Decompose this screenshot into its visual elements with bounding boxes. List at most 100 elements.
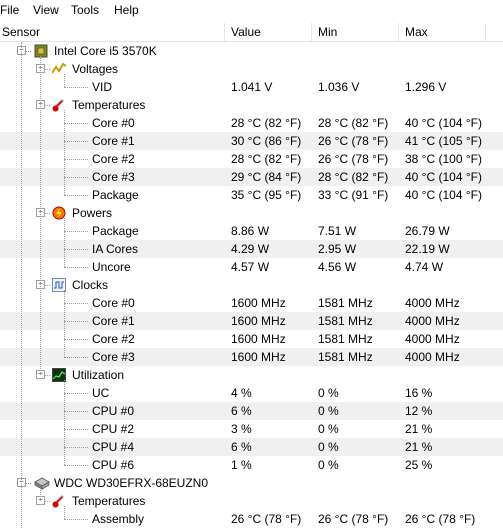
sensor-max: 4000 MHz xyxy=(405,332,460,346)
sensor-row[interactable]: UC 4 % 0 % 16 % xyxy=(0,384,503,402)
sensor-row[interactable]: Core #1 30 °C (86 °F) 26 °C (78 °F) 41 °C (… xyxy=(0,132,503,150)
sensor-row[interactable]: CPU #6 1 % 0 % 25 % xyxy=(0,456,503,474)
sensor-label: Core #2 xyxy=(92,332,135,346)
group-row[interactable]: − Powers xyxy=(0,204,503,222)
sensor-label: VID xyxy=(92,80,113,94)
column-divider[interactable] xyxy=(224,23,225,41)
tree-line xyxy=(64,429,88,430)
sensor-min: 28 °C (82 °F) xyxy=(318,170,389,184)
menu-help[interactable]: Help xyxy=(114,3,139,17)
sensor-min: 33 °C (91 °F) xyxy=(318,188,389,202)
sensor-row[interactable]: Core #0 1600 MHz 1581 MHz 4000 MHz xyxy=(0,294,503,312)
sensor-row[interactable]: Package 8.86 W 7.51 W 26.79 W xyxy=(0,222,503,240)
sensor-max: 26 °C (78 °F) xyxy=(405,512,476,526)
sensor-min: 7.51 W xyxy=(318,224,357,238)
tree-line xyxy=(64,123,88,124)
group-row[interactable]: − Clocks xyxy=(0,276,503,294)
sensor-label: Utilization xyxy=(72,368,125,382)
sensor-label: Core #0 xyxy=(92,116,135,130)
sensor-label: Core #1 xyxy=(92,134,135,148)
sensor-max: 38 °C (100 °F) xyxy=(405,152,482,166)
sensor-min: 0 % xyxy=(318,422,339,436)
sensor-row[interactable]: Package 35 °C (95 °F) 33 °C (91 °F) 40 °C (… xyxy=(0,186,503,204)
sensor-min: 2.95 W xyxy=(318,242,357,256)
column-divider[interactable] xyxy=(398,23,399,41)
sensor-row[interactable]: Core #2 1600 MHz 1581 MHz 4000 MHz xyxy=(0,330,503,348)
group-row[interactable]: − Temperatures xyxy=(0,492,503,510)
hdd-icon xyxy=(34,476,50,490)
sensor-row[interactable]: CPU #2 3 % 0 % 21 % xyxy=(0,420,503,438)
device-row[interactable]: − WDC WD30EFRX-68EUZN0 xyxy=(0,474,503,492)
sensor-row[interactable]: Core #1 1600 MHz 1581 MHz 4000 MHz xyxy=(0,312,503,330)
tree-line xyxy=(64,110,65,195)
sensor-max: 26.79 W xyxy=(405,224,450,238)
sensor-value: 29 °C (84 °F) xyxy=(231,170,302,184)
tree-line xyxy=(64,393,88,394)
sensor-row[interactable]: Core #2 28 °C (82 °F) 26 °C (78 °F) 38 °C (… xyxy=(0,150,503,168)
group-row[interactable]: − Voltages xyxy=(0,60,503,78)
sensor-row[interactable]: Core #3 29 °C (84 °F) 28 °C (82 °F) 40 °C (… xyxy=(0,168,503,186)
tree-line xyxy=(64,141,88,142)
sensor-row[interactable]: Uncore 4.57 W 4.56 W 4.74 W xyxy=(0,258,503,276)
column-value[interactable]: Value xyxy=(231,25,261,39)
menu-tools[interactable]: Tools xyxy=(71,3,99,17)
sensor-row[interactable]: CPU #0 6 % 0 % 12 % xyxy=(0,402,503,420)
column-max[interactable]: Max xyxy=(405,25,428,39)
tree-line xyxy=(64,506,65,519)
sensor-row[interactable]: CPU #4 6 % 0 % 21 % xyxy=(0,438,503,456)
menu-bar: File View Tools Help xyxy=(0,0,503,21)
tree-line xyxy=(64,218,65,267)
sensor-min: 4.56 W xyxy=(318,260,357,274)
tree-line xyxy=(64,519,88,520)
device-row[interactable]: − Intel Core i5 3570K xyxy=(0,42,503,60)
sensor-min: 0 % xyxy=(318,404,339,418)
tree-line xyxy=(64,290,65,357)
tree-line xyxy=(40,56,41,375)
sensor-max: 41 °C (105 °F) xyxy=(405,134,482,148)
tree-line xyxy=(64,74,65,87)
column-min[interactable]: Min xyxy=(318,25,337,39)
sensor-label: Powers xyxy=(72,206,113,220)
column-divider[interactable] xyxy=(485,23,486,41)
group-row[interactable]: − Utilization xyxy=(0,366,503,384)
sensor-tree[interactable]: − Intel Core i5 3570K − Voltages VID 1.041 V 1… xyxy=(0,42,503,532)
sensor-max: 4000 MHz xyxy=(405,296,460,310)
sensor-row[interactable]: Core #0 28 °C (82 °F) 28 °C (82 °F) 40 °C (… xyxy=(0,114,503,132)
sensor-label: Core #0 xyxy=(92,296,135,310)
menu-view[interactable]: View xyxy=(33,3,59,17)
sensor-value: 35 °C (95 °F) xyxy=(231,188,302,202)
sensor-min: 0 % xyxy=(318,458,339,472)
sensor-value: 4 % xyxy=(231,386,252,400)
tree-line xyxy=(64,339,88,340)
sensor-row[interactable]: Assembly 26 °C (78 °F) 26 °C (78 °F) 26 °C … xyxy=(0,510,503,528)
menu-file[interactable]: File xyxy=(0,3,19,17)
sensor-min: 1581 MHz xyxy=(318,296,373,310)
sensor-min: 1.036 V xyxy=(318,80,360,94)
sensor-label: Temperatures xyxy=(72,98,146,112)
sensor-row[interactable]: VID 1.041 V 1.036 V 1.296 V xyxy=(0,78,503,96)
sensor-value: 3 % xyxy=(231,422,252,436)
sensor-label: WDC WD30EFRX-68EUZN0 xyxy=(54,476,209,490)
column-divider[interactable] xyxy=(311,23,312,41)
sensor-row[interactable]: IA Cores 4.29 W 2.95 W 22.19 W xyxy=(0,240,503,258)
sensor-row[interactable]: Core #3 1600 MHz 1581 MHz 4000 MHz xyxy=(0,348,503,366)
tree-line xyxy=(64,231,88,232)
sensor-value: 30 °C (86 °F) xyxy=(231,134,302,148)
group-row[interactable]: − Temperatures xyxy=(0,96,503,114)
column-sensor[interactable]: Sensor xyxy=(2,25,40,39)
tree-line xyxy=(64,303,88,304)
sensor-value: 1 % xyxy=(231,458,252,472)
tree-line xyxy=(64,177,88,178)
sensor-min: 1581 MHz xyxy=(318,332,373,346)
sensor-value: 1600 MHz xyxy=(231,314,286,328)
sensor-value: 1600 MHz xyxy=(231,332,286,346)
sensor-max: 40 °C (104 °F) xyxy=(405,170,482,184)
tree-line xyxy=(64,159,88,160)
tree-line xyxy=(64,249,88,250)
sensor-max: 16 % xyxy=(405,386,433,400)
sensor-label: Intel Core i5 3570K xyxy=(54,44,157,58)
sensor-min: 0 % xyxy=(318,440,339,454)
sensor-max: 40 °C (104 °F) xyxy=(405,188,482,202)
tree-line xyxy=(64,357,88,358)
sensor-label: CPU #4 xyxy=(92,440,135,454)
